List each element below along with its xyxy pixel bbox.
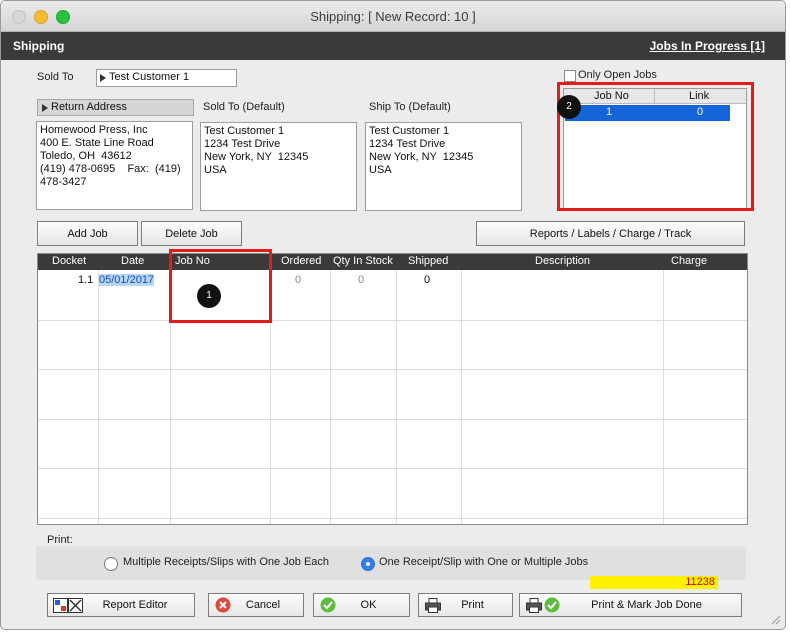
qty-in-stock-cell[interactable]: 0: [358, 274, 364, 286]
only-open-jobs-label: Only Open Jobs: [578, 69, 657, 81]
resize-grip-icon[interactable]: [769, 613, 781, 628]
print-mark-done-button[interactable]: Print & Mark Job Done: [519, 593, 742, 617]
print-button[interactable]: Print: [418, 593, 513, 617]
sold-to-value: Test Customer 1: [109, 71, 190, 83]
print-options-panel: Multiple Receipts/Slips with One Job Eac…: [36, 546, 746, 580]
printer-icon: [425, 598, 441, 616]
option-one-label: One Receipt/Slip with One or Multiple Jo…: [379, 556, 589, 568]
cancel-icon: [215, 597, 231, 616]
only-open-jobs-checkbox[interactable]: [564, 70, 576, 82]
popup-arrow-icon: [41, 103, 49, 116]
ok-button[interactable]: OK: [313, 593, 410, 617]
print-button-label: Print: [461, 599, 484, 611]
report-editor-icon: [53, 598, 83, 616]
window-title: Shipping: [ New Record: 10 ]: [310, 9, 476, 24]
callout-marker-1: 1: [197, 284, 221, 308]
docket-cell[interactable]: 1.1: [78, 274, 93, 286]
delete-job-button[interactable]: Delete Job: [141, 221, 242, 246]
form-header: Shipping Jobs In Progress [1]: [1, 32, 785, 60]
sold-to-address-text[interactable]: Test Customer 1 1234 Test Drive New York…: [200, 122, 357, 211]
date-cell[interactable]: 05/01/2017: [99, 274, 155, 286]
checkmark-icon: [320, 597, 336, 616]
col-ordered: Ordered: [281, 255, 322, 267]
callout-box-1: [169, 249, 272, 323]
col-qty-in-stock: Qty In Stock: [333, 255, 393, 267]
col-docket: Docket: [52, 255, 87, 267]
callout-box-2: [557, 82, 754, 211]
shipping-window: Shipping: [ New Record: 10 ] Shipping Jo…: [0, 0, 786, 630]
option-multiple-label: Multiple Receipts/Slips with One Job Eac…: [123, 556, 330, 568]
cancel-label: Cancel: [245, 599, 281, 611]
printer-icon: [526, 598, 542, 616]
ordered-cell[interactable]: 0: [295, 274, 301, 286]
return-address-text[interactable]: Homewood Press, Inc 400 E. State Line Ro…: [36, 121, 193, 210]
form-title: Shipping: [13, 39, 65, 53]
radio-one-receipt[interactable]: [361, 557, 375, 571]
add-job-button[interactable]: Add Job: [37, 221, 138, 246]
sold-to-default-label: Sold To (Default): [203, 101, 285, 113]
return-address-selector[interactable]: Return Address: [37, 99, 194, 116]
jobs-in-progress-link[interactable]: Jobs In Progress [1]: [650, 39, 765, 53]
record-number: 11238: [685, 576, 715, 588]
reports-labels-button[interactable]: Reports / Labels / Charge / Track: [476, 221, 745, 246]
col-charge: Charge: [671, 255, 708, 267]
col-date: Date: [121, 255, 145, 267]
record-number-badge: 11238: [590, 576, 718, 589]
print-label: Print:: [47, 534, 73, 546]
col-shipped: Shipped: [408, 255, 449, 267]
checkmark-icon: [544, 597, 560, 616]
popup-arrow-icon: [99, 73, 107, 86]
sold-to-label: Sold To: [37, 71, 74, 83]
print-mark-done-label: Print & Mark Job Done: [591, 599, 702, 611]
grid-header: Docket Date Job No Ordered Qty In Stock …: [38, 254, 747, 270]
callout-marker-2: 2: [557, 95, 581, 119]
shipment-grid: Docket Date Job No Ordered Qty In Stock …: [37, 253, 748, 525]
report-editor-label: Report Editor: [102, 599, 168, 611]
return-address-label: Return Address: [51, 101, 127, 113]
shipped-cell[interactable]: 0: [424, 274, 430, 286]
col-description: Description: [535, 255, 591, 267]
ship-to-default-label: Ship To (Default): [369, 101, 451, 113]
radio-multiple-receipts[interactable]: [104, 557, 118, 571]
cancel-button[interactable]: Cancel: [208, 593, 304, 617]
report-editor-button[interactable]: Report Editor: [47, 593, 195, 617]
title-bar: Shipping: [ New Record: 10 ]: [1, 1, 785, 32]
sold-to-field[interactable]: Test Customer 1: [96, 69, 237, 87]
ship-to-address-text[interactable]: Test Customer 1 1234 Test Drive New York…: [365, 122, 522, 211]
ok-label: OK: [360, 599, 377, 611]
table-row[interactable]: 1.1 05/01/2017 0 0 0: [38, 271, 747, 319]
